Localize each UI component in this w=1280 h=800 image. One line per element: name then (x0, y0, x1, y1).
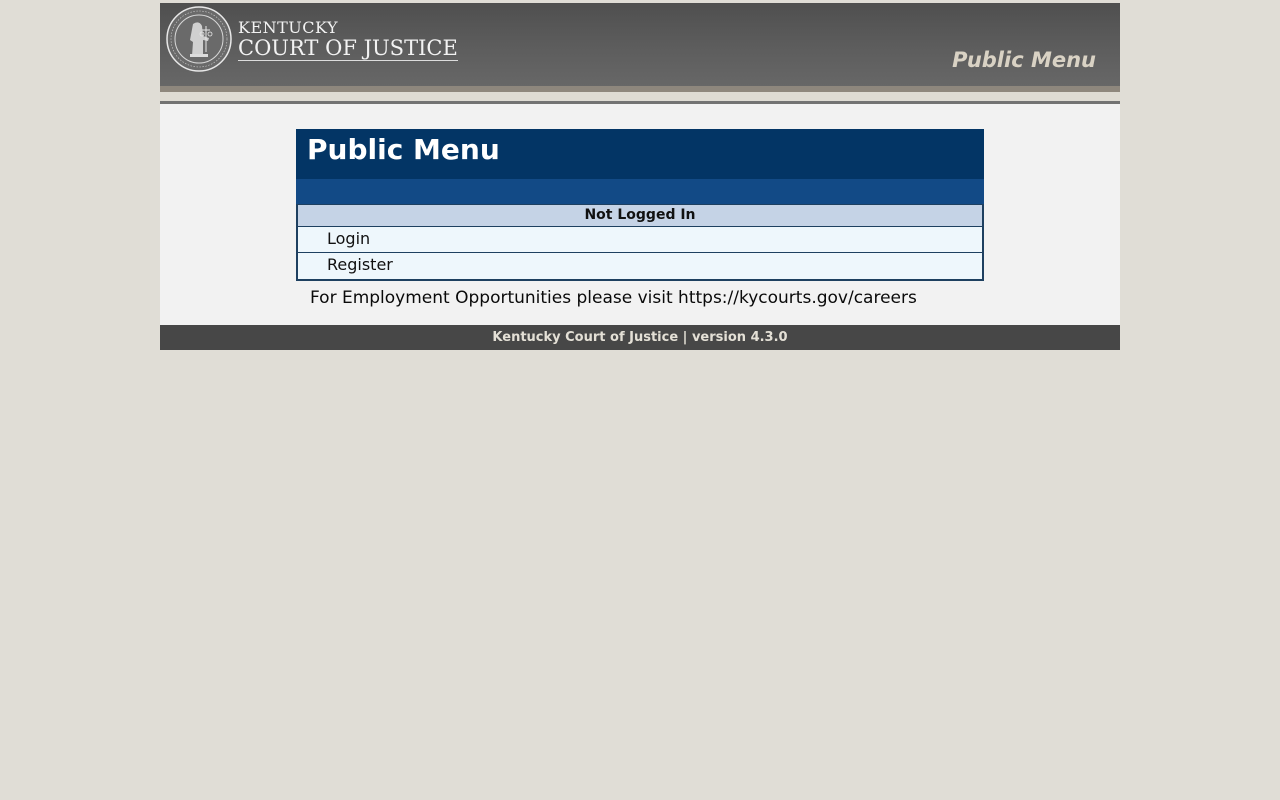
menu-title: Public Menu (296, 129, 984, 179)
logo-kentucky-text: KENTUCKY (238, 18, 339, 37)
main-content: Public Menu Not Logged In Login Register… (160, 104, 1120, 325)
header-divider-light (160, 92, 1120, 101)
login-status: Not Logged In (298, 205, 982, 227)
menu-item-login[interactable]: Login (298, 227, 982, 253)
menu-item-register[interactable]: Register (298, 253, 982, 279)
logo-court-text: COURT OF JUSTICE (238, 36, 458, 61)
header-banner: KENTUCKY COURT OF JUSTICE Public Menu (160, 3, 1120, 86)
banner-page-title: Public Menu (952, 48, 1096, 72)
footer-version: Kentucky Court of Justice | version 4.3.… (160, 325, 1120, 350)
menu-table: Not Logged In Login Register (296, 204, 984, 281)
kentucky-seal-icon (166, 6, 232, 72)
menu-subbar (296, 179, 984, 204)
public-menu-panel: Public Menu Not Logged In Login Register (296, 129, 984, 281)
employment-notice: For Employment Opportunities please visi… (310, 288, 917, 308)
page-wrapper: KENTUCKY COURT OF JUSTICE Public Menu Pu… (160, 3, 1120, 350)
